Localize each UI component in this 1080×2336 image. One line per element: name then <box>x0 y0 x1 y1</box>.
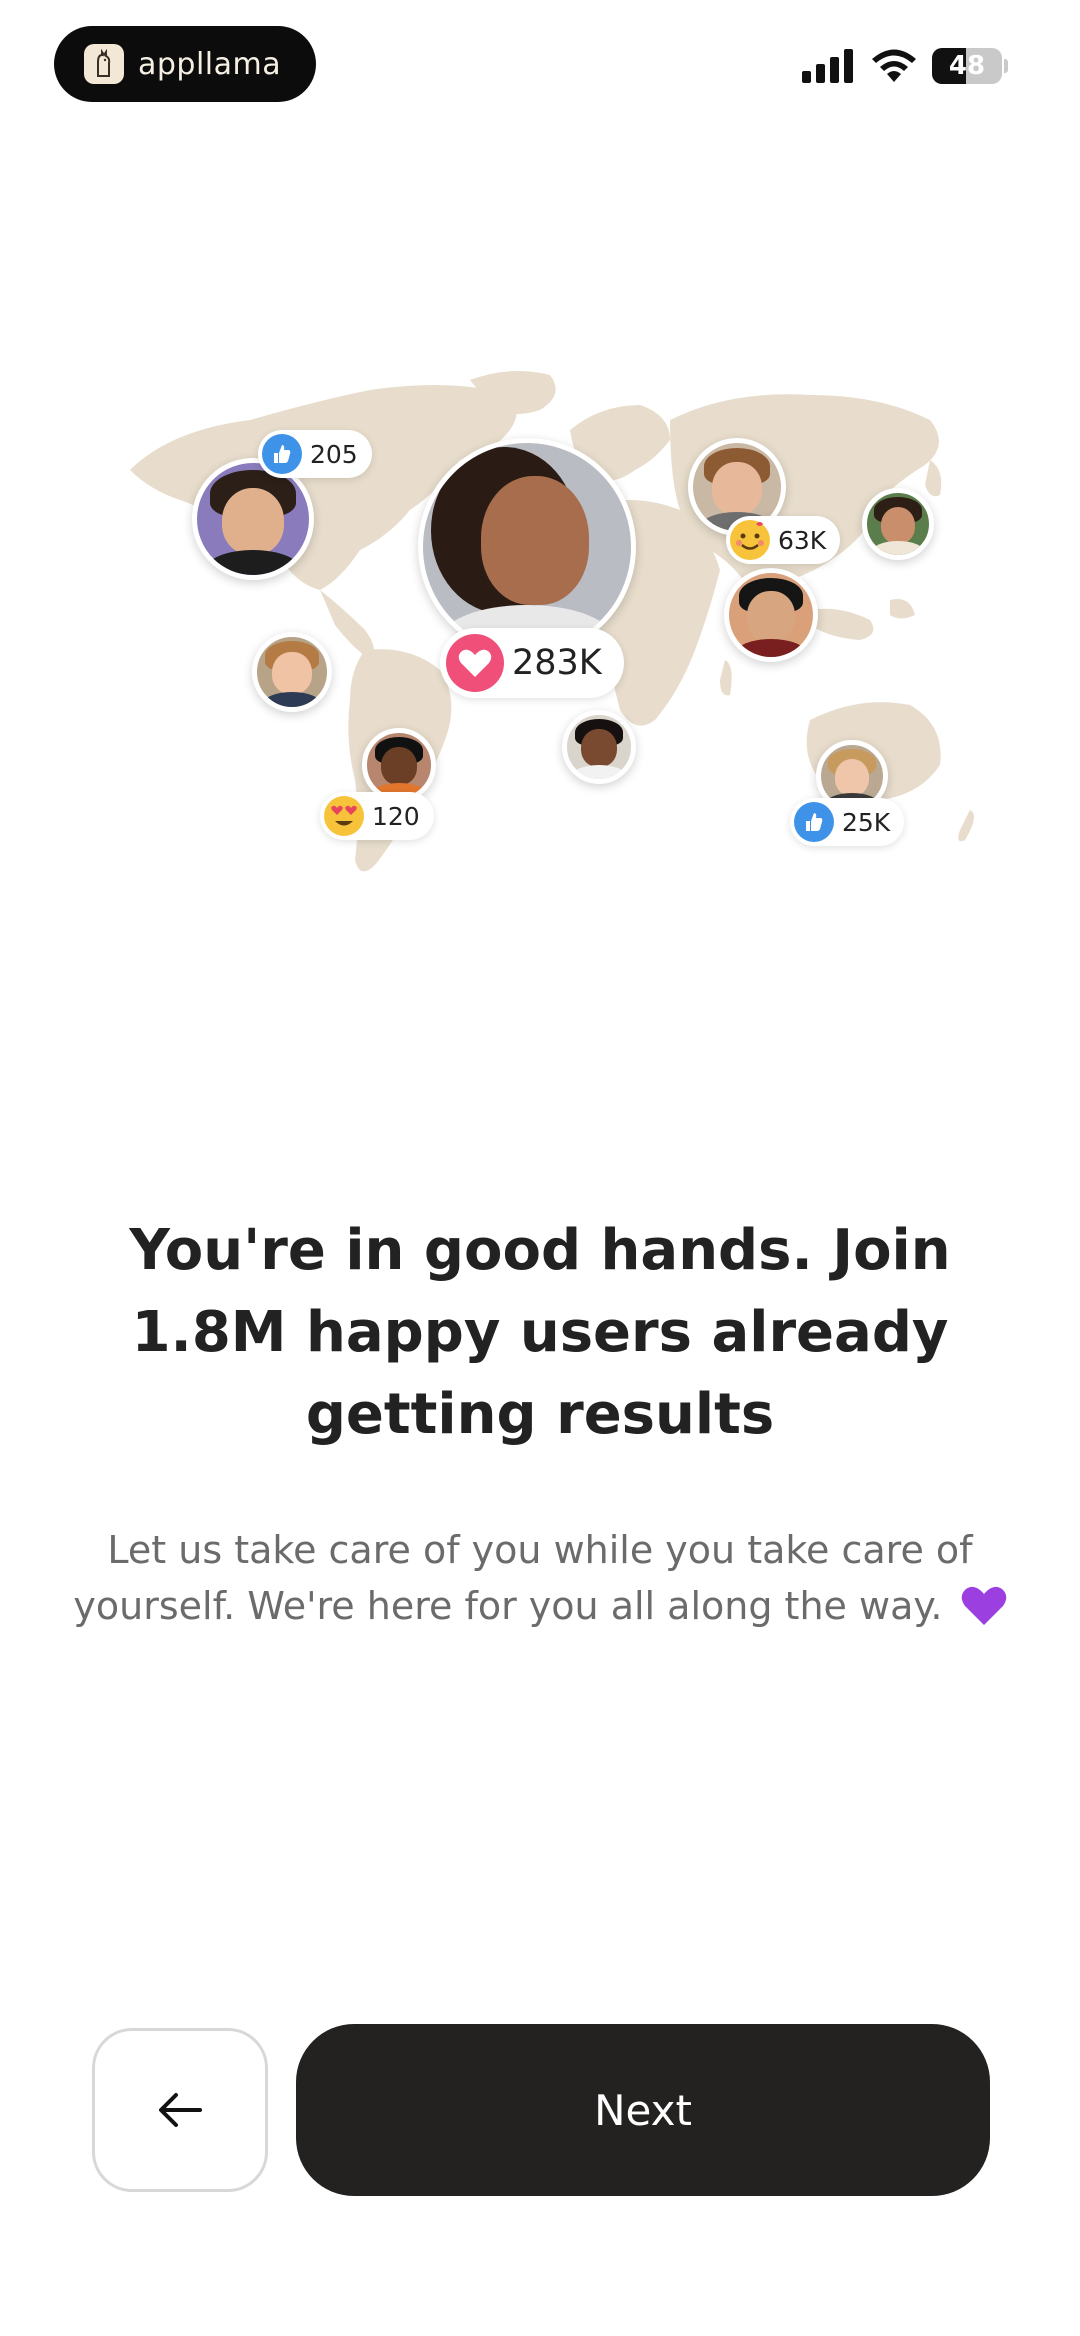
user-avatar <box>362 728 436 802</box>
llama-logo-icon <box>84 44 124 84</box>
user-avatar <box>418 438 636 656</box>
reaction-badge-likes-25k: 25K <box>790 798 905 846</box>
heart-icon <box>446 634 504 692</box>
world-map-illustration: 205 283K 63K 120 25K <box>110 360 990 920</box>
reaction-count: 120 <box>372 801 420 831</box>
thumbs-up-icon <box>262 434 302 474</box>
battery-indicator: 48 <box>932 48 1002 84</box>
reaction-badge-hearts-283k: 283K <box>440 628 624 698</box>
purple-heart-icon <box>961 1585 1007 1642</box>
reaction-count: 283K <box>512 643 602 683</box>
status-bar: appllama 48 <box>0 0 1080 110</box>
reaction-badge-loves-120: 120 <box>320 792 434 840</box>
next-button[interactable]: Next <box>296 2024 990 2196</box>
subtitle-text: Let us take care of you while you take c… <box>73 1528 973 1628</box>
brand-pill: appllama <box>54 26 316 102</box>
reaction-badge-likes-205: 205 <box>258 430 372 478</box>
brand-name: appllama <box>138 46 282 82</box>
user-avatar <box>252 632 332 712</box>
user-avatar <box>562 710 636 784</box>
back-button[interactable] <box>92 2028 268 2192</box>
user-avatar <box>862 488 934 560</box>
cellular-signal-icon <box>802 49 853 83</box>
hug-emoji-icon <box>730 520 770 560</box>
arrow-left-icon <box>159 2093 202 2127</box>
reaction-badge-hugs-63k: 63K <box>726 516 841 564</box>
reaction-count: 25K <box>842 807 891 837</box>
heart-eyes-emoji-icon <box>324 796 364 836</box>
reaction-count: 63K <box>778 525 827 555</box>
thumbs-up-icon <box>794 802 834 842</box>
wifi-icon <box>872 49 916 82</box>
page-title: You're in good hands. Join 1.8M happy us… <box>129 1218 951 1447</box>
status-icons: 48 <box>802 48 1008 84</box>
user-avatar <box>724 568 818 662</box>
reaction-count: 205 <box>310 439 358 469</box>
battery-level: 48 <box>948 51 986 81</box>
page-subtitle: Let us take care of you while you take c… <box>60 1522 1020 1642</box>
battery-tip <box>1004 59 1008 73</box>
